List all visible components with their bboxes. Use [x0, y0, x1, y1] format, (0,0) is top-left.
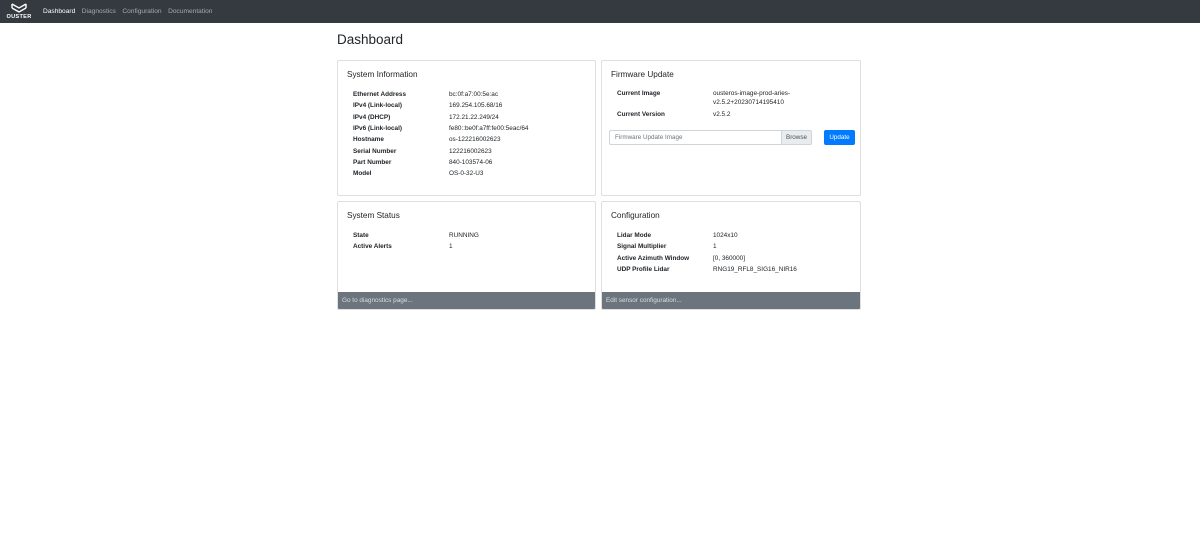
system-information-table: Ethernet Address bc:0f:a7:00:5e:ac IPv4 …: [353, 89, 528, 179]
current-version-value: v2.5.2: [713, 111, 731, 119]
row-key: UDP Profile Lidar: [617, 266, 670, 274]
row-value: [0, 360000]: [713, 254, 745, 262]
nav-link-configuration[interactable]: Configuration: [122, 8, 161, 15]
row-key: Serial Number: [353, 147, 397, 155]
table-row: Active Azimuth Window [0, 360000]: [617, 253, 797, 264]
row-value: 122216002623: [449, 147, 492, 155]
card-title: Configuration: [611, 211, 660, 220]
table-row: IPv4 (DHCP) 172.21.22.249/24: [353, 112, 528, 123]
card-title: System Information: [347, 70, 418, 79]
current-image-value: ousteros-image-prod-aries-v2.5.2+2023071…: [713, 90, 791, 106]
ouster-logo-icon: [11, 3, 27, 13]
row-value: 169.254.105.68/16: [449, 102, 503, 110]
configuration-table: Lidar Mode 1024x10 Signal Multiplier 1 A…: [617, 230, 797, 275]
row-value: os-122216002623: [449, 136, 501, 144]
row-value: OS-0-32-U3: [449, 170, 484, 178]
table-row: IPv4 (Link-local) 169.254.105.68/16: [353, 100, 528, 111]
table-row: Serial Number 122216002623: [353, 145, 528, 156]
firmware-file-input-group: Firmware Update Image Browse: [609, 130, 812, 145]
firmware-info-table: Current Image ousteros-image-prod-aries-…: [617, 89, 813, 120]
table-row: IPv6 (Link-local) fe80::be0f:a7ff:fe00:5…: [353, 123, 528, 134]
row-key: Lidar Mode: [617, 232, 652, 240]
row-key: IPv6 (Link-local): [353, 125, 403, 133]
row-value: RNG19_RFL8_SIG16_NIR16: [713, 266, 797, 274]
firmware-update-card: Firmware Update Current Image ousteros-i…: [601, 60, 861, 196]
nav-link-dashboard[interactable]: Dashboard: [43, 8, 75, 15]
row-key: Signal Multiplier: [617, 243, 667, 251]
row-value: bc:0f:a7:00:5e:ac: [449, 91, 499, 99]
firmware-file-input[interactable]: Firmware Update Image: [609, 130, 781, 145]
row-value: 1: [449, 243, 453, 251]
table-row: Current Image ousteros-image-prod-aries-…: [617, 89, 813, 109]
page-title: Dashboard: [337, 32, 404, 47]
nav-link-documentation[interactable]: Documentation: [168, 8, 212, 15]
row-key: Ethernet Address: [353, 91, 407, 99]
row-value: RUNNING: [449, 232, 479, 240]
browse-button[interactable]: Browse: [781, 130, 812, 145]
diagnostics-link[interactable]: Go to diagnostics page...: [338, 292, 595, 309]
row-key: Hostname: [353, 136, 384, 144]
system-status-table: State RUNNING Active Alerts 1: [353, 230, 479, 253]
table-row: Signal Multiplier 1: [617, 241, 797, 252]
row-value: 840-103574-06: [449, 158, 493, 166]
system-information-card: System Information Ethernet Address bc:0…: [337, 60, 596, 196]
row-key: State: [353, 232, 369, 240]
row-value: 1024x10: [713, 232, 738, 240]
table-row: UDP Profile Lidar RNG19_RFL8_SIG16_NIR16: [617, 264, 797, 275]
table-row: Active Alerts 1: [353, 241, 479, 252]
brand-name: OUSTER: [6, 14, 32, 20]
table-row: Lidar Mode 1024x10: [617, 230, 797, 241]
configuration-card: Configuration Lidar Mode 1024x10 Signal …: [601, 201, 861, 310]
update-button[interactable]: Update: [824, 130, 855, 145]
table-row: Ethernet Address bc:0f:a7:00:5e:ac: [353, 89, 528, 100]
table-row: Model OS-0-32-U3: [353, 168, 528, 179]
row-key: Model: [353, 170, 372, 178]
top-navbar: OUSTER Dashboard Diagnostics Configurati…: [0, 0, 1200, 23]
row-key: Active Alerts: [353, 243, 392, 251]
edit-configuration-link[interactable]: Edit sensor configuration...: [602, 292, 860, 309]
nav-links: Dashboard Diagnostics Configuration Docu…: [43, 8, 219, 15]
row-key: IPv4 (Link-local): [353, 102, 403, 110]
row-key: Part Number: [353, 158, 392, 166]
table-row: Part Number 840-103574-06: [353, 157, 528, 168]
row-value: 172.21.22.249/24: [449, 113, 499, 121]
row-key: IPv4 (DHCP): [353, 113, 391, 121]
card-title: Firmware Update: [611, 70, 674, 79]
row-value: fe80::be0f:a7ff:fe00:5eac/64: [449, 125, 529, 133]
table-row: State RUNNING: [353, 230, 479, 241]
brand-logo[interactable]: OUSTER: [2, 0, 36, 23]
table-row: Current Version v2.5.2: [617, 109, 813, 120]
nav-link-diagnostics[interactable]: Diagnostics: [82, 8, 116, 15]
current-version-label: Current Version: [617, 111, 665, 119]
current-image-label: Current Image: [617, 90, 661, 97]
system-status-card: System Status State RUNNING Active Alert…: [337, 201, 596, 310]
row-value: 1: [713, 243, 717, 251]
row-key: Active Azimuth Window: [617, 254, 690, 262]
table-row: Hostname os-122216002623: [353, 134, 528, 145]
card-title: System Status: [347, 211, 400, 220]
